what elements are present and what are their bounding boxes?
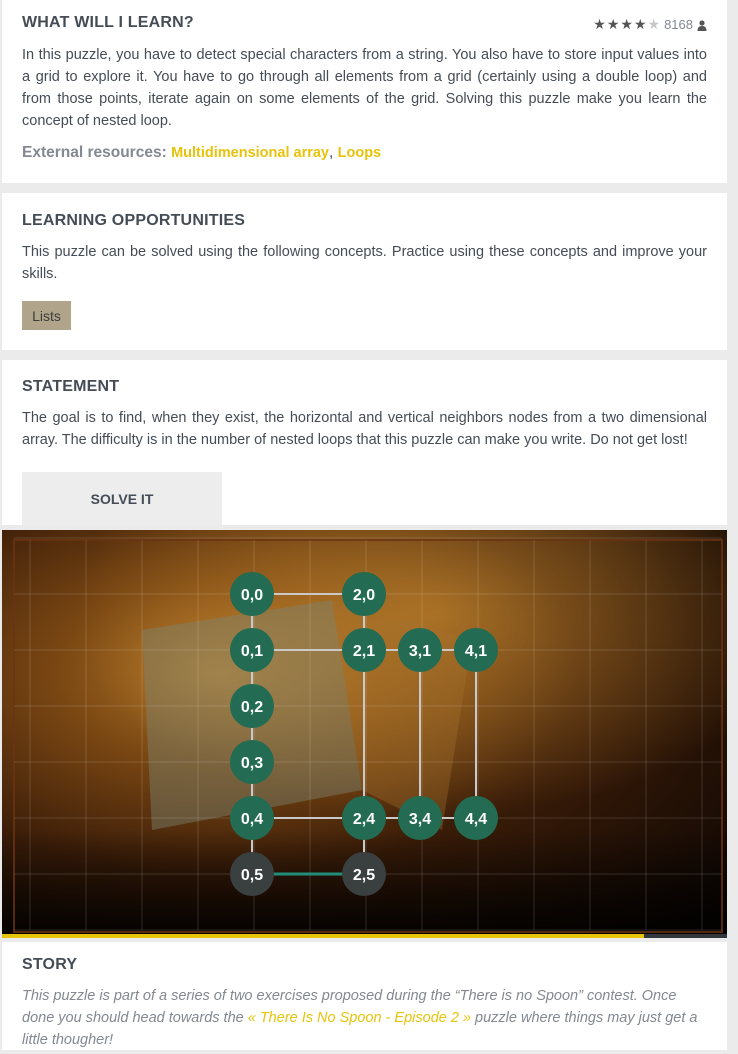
external-resources: External resources: Multidimensional arr… xyxy=(22,144,381,162)
learning-opportunities-section: LEARNING OPPORTUNITIES This puzzle can b… xyxy=(2,193,727,350)
grid-node: 2,0 xyxy=(342,572,386,616)
node-label: 2,5 xyxy=(353,867,375,884)
grid-node: 2,5 xyxy=(342,852,386,896)
star-icon: ★ xyxy=(593,16,606,32)
grid-node: 4,4 xyxy=(454,796,498,840)
replay-progress-fill xyxy=(2,934,644,938)
resources-label: External resources: xyxy=(22,144,167,161)
grid-node: 0,4 xyxy=(230,796,274,840)
star-icon: ★ xyxy=(620,16,633,32)
statement-section: STATEMENT The goal is to find, when they… xyxy=(2,360,727,525)
node-label: 2,1 xyxy=(353,643,375,660)
rating-stars: ★ ★ ★ ★ ★ xyxy=(593,16,660,33)
node-label: 0,4 xyxy=(241,811,263,828)
opportunities-description: This puzzle can be solved using the foll… xyxy=(22,244,707,282)
grid-node: 0,2 xyxy=(230,684,274,728)
story-text: This puzzle is part of a series of two e… xyxy=(22,985,707,1051)
section-title: STATEMENT xyxy=(22,378,120,395)
grid-node: 4,1 xyxy=(454,628,498,672)
grid-node: 0,0 xyxy=(230,572,274,616)
puzzle-viewer[interactable]: 0,0 2,0 0,1 2,1 3,1 4,1 0,2 0,3 0,4 2,4 3,4 4,4 0,5 2… xyxy=(2,530,727,938)
section-title: LEARNING OPPORTUNITIES xyxy=(22,212,246,229)
node-label: 0,1 xyxy=(241,643,263,660)
grid-node: 2,1 xyxy=(342,628,386,672)
resource-link-multidimensional-array[interactable]: Multidimensional array xyxy=(171,145,329,161)
node-label: 4,1 xyxy=(465,643,487,660)
grid-node: 0,1 xyxy=(230,628,274,672)
grid-node: 3,1 xyxy=(398,628,442,672)
grid-node: 0,3 xyxy=(230,740,274,784)
user-icon xyxy=(697,19,707,31)
what-will-i-learn-section: WHAT WILL I LEARN? ★ ★ ★ ★ ★ 8168 In this pu… xyxy=(2,0,727,183)
section-title: WHAT WILL I LEARN? xyxy=(22,14,194,31)
star-icon: ★ xyxy=(647,16,661,32)
rating: ★ ★ ★ ★ ★ 8168 xyxy=(593,16,707,33)
star-icon: ★ xyxy=(606,16,620,32)
node-label: 0,3 xyxy=(241,755,263,772)
viewer-canvas: 0,0 2,0 0,1 2,1 3,1 4,1 0,2 0,3 0,4 2,4 3,4 4,4 0,5 2… xyxy=(2,530,727,938)
resource-link-loops[interactable]: Loops xyxy=(338,145,382,161)
story-section: STORY This puzzle is part of a series of… xyxy=(2,942,727,1050)
solve-it-button[interactable]: SOLVE IT xyxy=(22,472,222,525)
grid-node: 2,4 xyxy=(342,796,386,840)
replay-progress-bar[interactable] xyxy=(2,934,727,938)
section-title: STORY xyxy=(22,956,78,973)
node-label: 4,4 xyxy=(465,811,487,828)
node-label: 3,1 xyxy=(409,643,431,660)
resource-separator: , xyxy=(329,144,338,161)
node-label: 2,0 xyxy=(353,587,375,604)
players-count: 8168 xyxy=(664,17,693,32)
concept-tag-lists[interactable]: Lists xyxy=(22,301,71,330)
star-icon: ★ xyxy=(633,16,647,32)
grid-node: 3,4 xyxy=(398,796,442,840)
grid-node: 0,5 xyxy=(230,852,274,896)
learn-description: In this puzzle, you have to detect speci… xyxy=(22,47,707,129)
node-label: 3,4 xyxy=(409,811,431,828)
node-label: 0,2 xyxy=(241,699,263,716)
node-label: 2,4 xyxy=(353,811,375,828)
node-label: 0,5 xyxy=(241,867,263,884)
statement-description: The goal is to find, when they exist, th… xyxy=(22,410,707,448)
story-link-episode-2[interactable]: « There Is No Spoon - Episode 2 » xyxy=(248,1010,471,1026)
node-label: 0,0 xyxy=(241,587,263,604)
